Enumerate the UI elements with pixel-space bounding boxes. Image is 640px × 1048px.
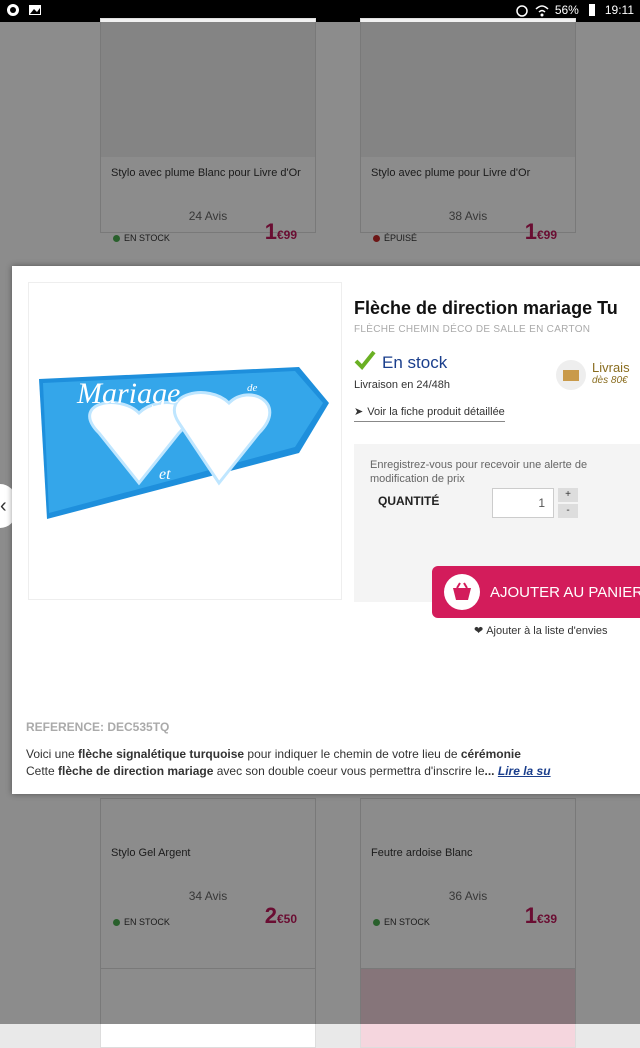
alarm-icon (515, 3, 529, 17)
svg-text:et: et (159, 466, 171, 483)
clock: 19:11 (604, 3, 634, 17)
gallery-notification-icon (28, 3, 42, 17)
read-more-link[interactable]: Lire la su (498, 764, 551, 778)
battery-percent: 56% (554, 3, 579, 17)
basket-icon (444, 574, 480, 610)
arrow-right-icon: ➤ (354, 406, 364, 418)
product-image: Mariage de et (28, 282, 342, 600)
product-title: Flèche de direction mariage Tu (354, 298, 618, 318)
add-to-cart-button[interactable]: AJOUTER AU PANIER (432, 566, 640, 618)
quantity-stepper: + - (558, 488, 578, 518)
battery-icon (585, 3, 599, 17)
product-reference: REFERENCE: DEC535TQ (26, 720, 170, 734)
product-grid-page: Stylo avec plume Blanc pour Livre d'Or 2… (0, 18, 640, 1048)
quantity-label: QUANTITÉ (378, 494, 440, 508)
product-detail-link[interactable]: ➤ Voir la fiche produit détaillée (354, 405, 505, 422)
price-alert-text[interactable]: Enregistrez-vous pour recevoir une alert… (370, 458, 590, 486)
product-description: Voici une flèche signalétique turquoise … (26, 747, 551, 778)
quantity-input[interactable]: 1 (492, 488, 554, 518)
svg-text:Mariage: Mariage (76, 377, 180, 410)
increment-button[interactable]: + (558, 488, 578, 502)
delivery-time: Livraison en 24/48h (354, 379, 451, 391)
quick-view-modal: Mariage de et Flèche de direction mariag… (12, 266, 640, 794)
heart-icon: ❤ (474, 625, 484, 637)
delivery-box-icon (556, 360, 586, 395)
free-shipping-info: Livrais dès 80€ (556, 360, 630, 395)
wifi-icon (535, 3, 549, 17)
add-to-wishlist-link[interactable]: ❤ Ajouter à la liste d'envies (474, 624, 608, 638)
decrement-button[interactable]: - (558, 504, 578, 518)
app-notification-icon (6, 3, 20, 17)
checkmark-icon (354, 350, 376, 375)
product-subtitle: FLÈCHE CHEMIN DÉCO DE SALLE EN CARTON (354, 324, 591, 335)
svg-text:de: de (247, 382, 258, 394)
stock-availability: En stock (354, 350, 447, 375)
